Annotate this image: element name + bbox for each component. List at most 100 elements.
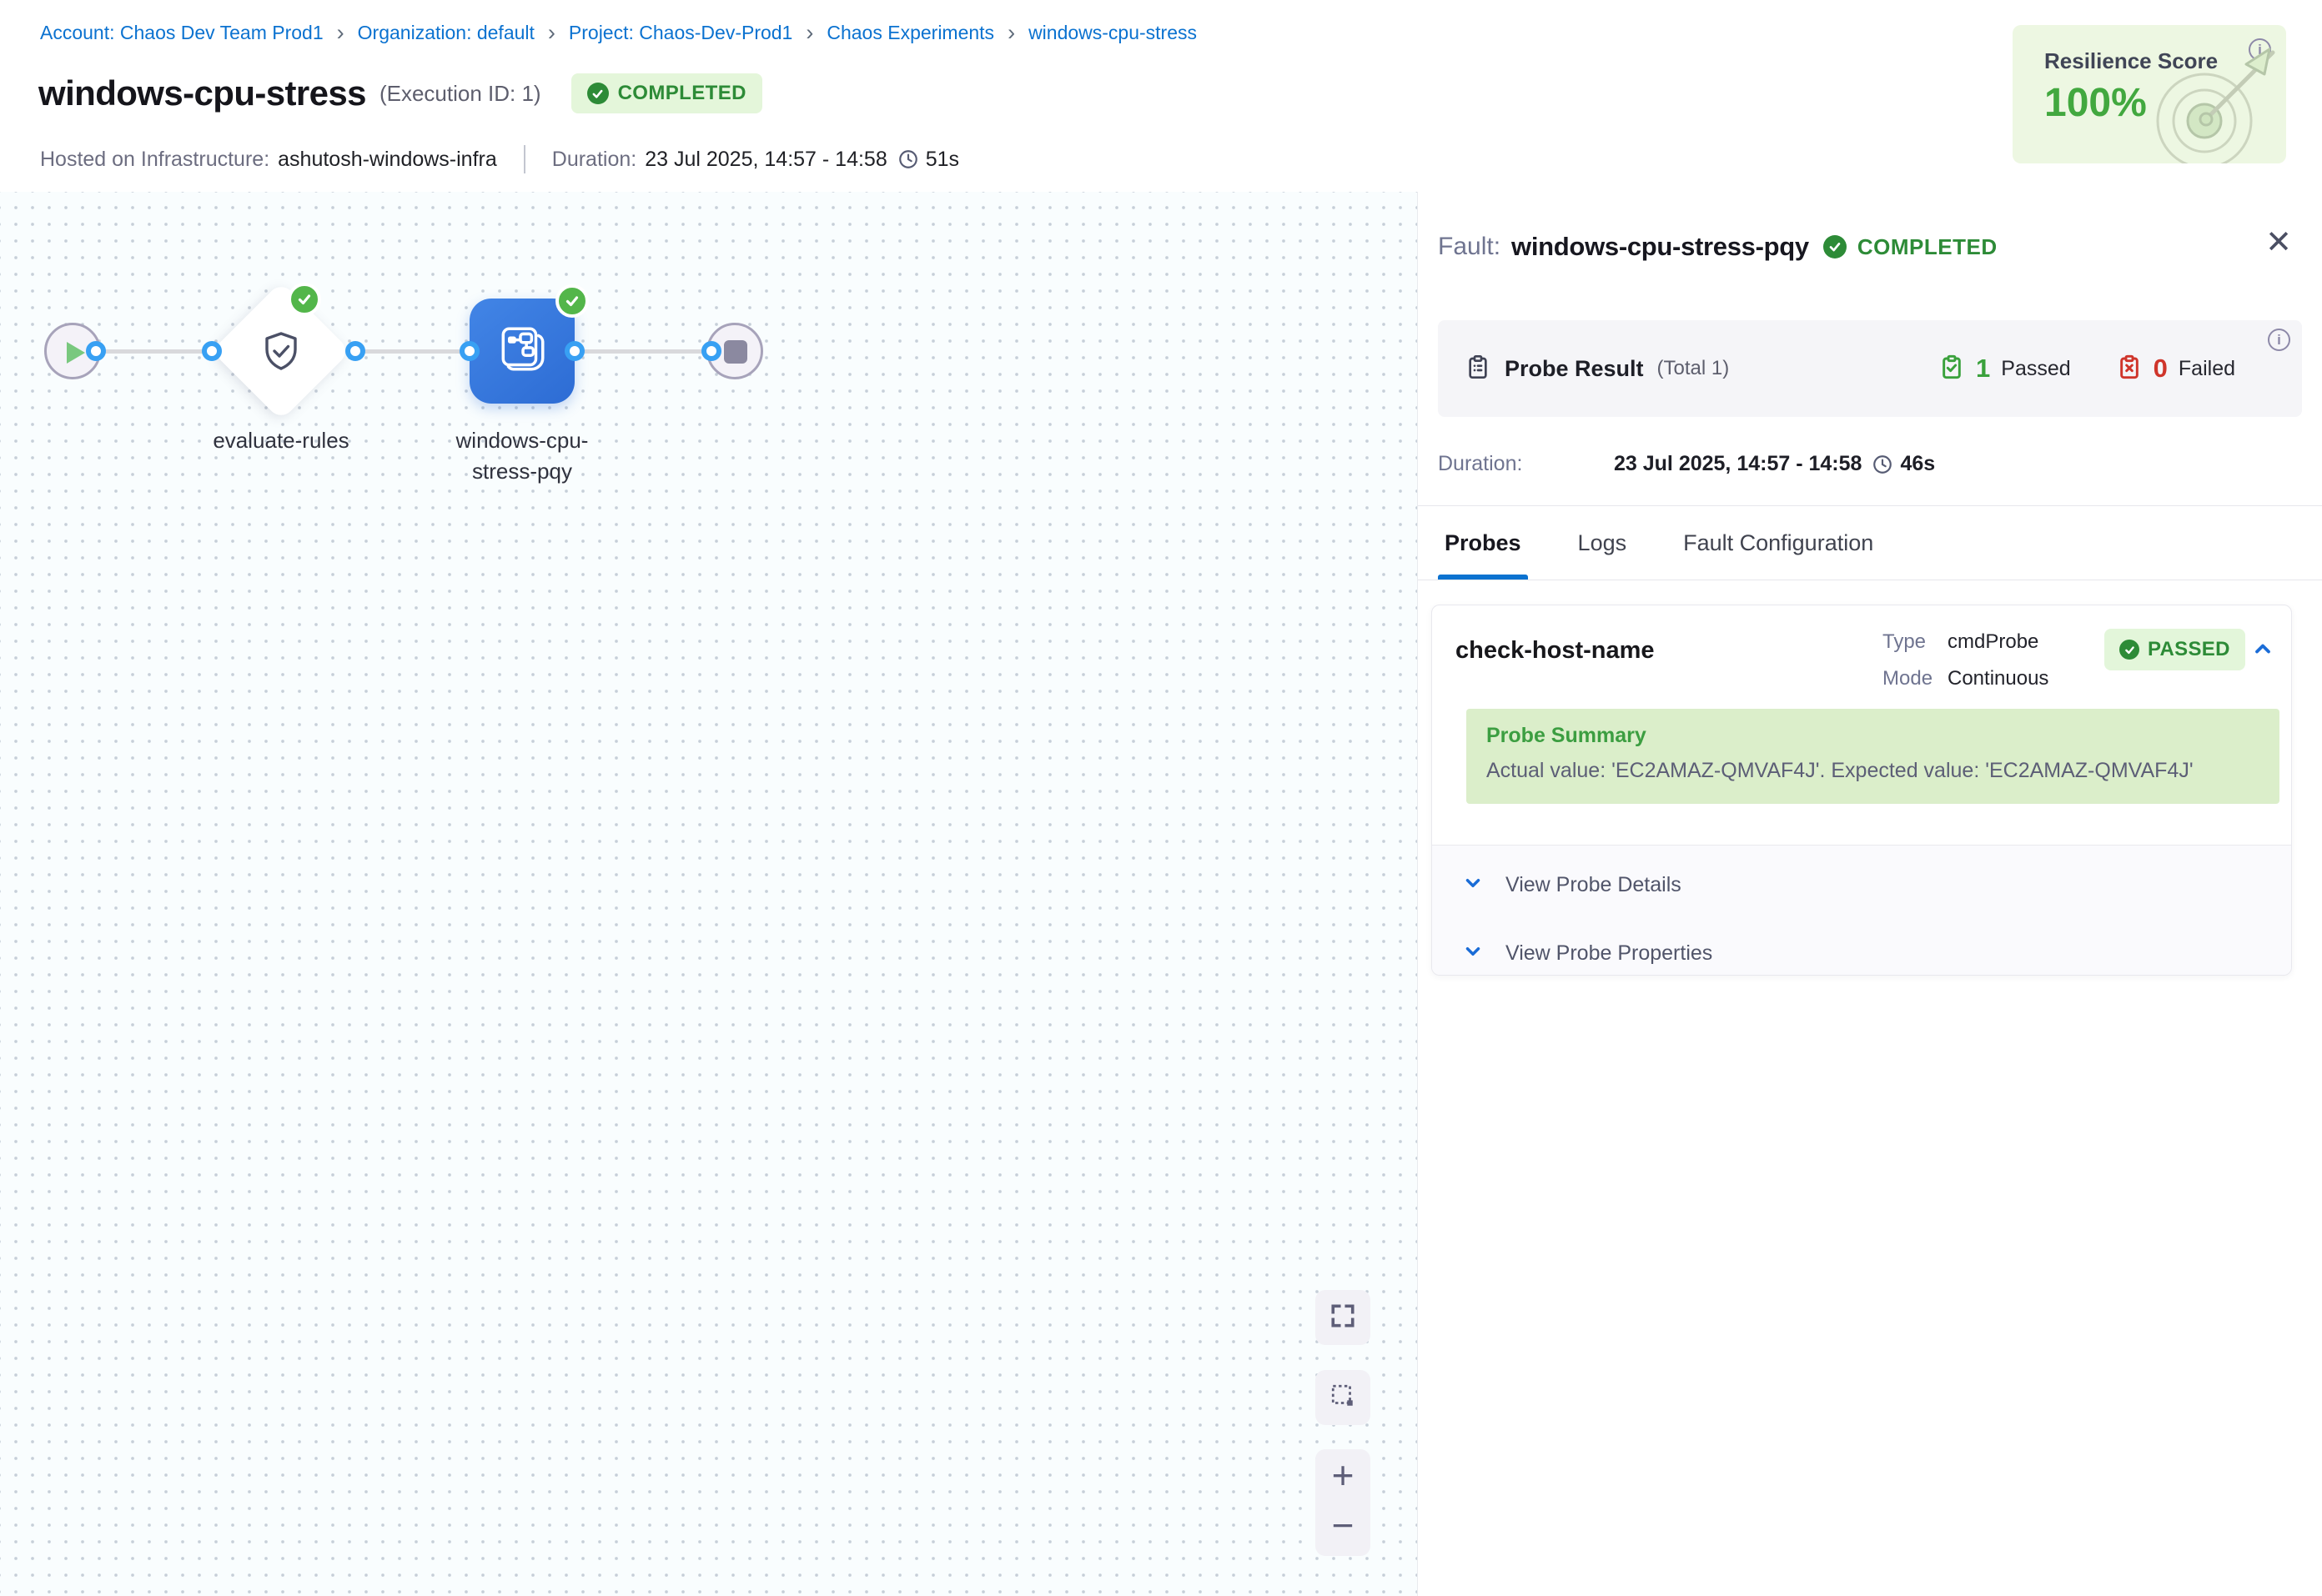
breadcrumb-current-experiment[interactable]: windows-cpu-stress — [1028, 22, 1197, 44]
failed-label: Failed — [2179, 357, 2235, 381]
hosted-on-label: Hosted on Infrastructure: — [40, 148, 269, 172]
probe-status-label: PASSED — [2148, 638, 2230, 661]
clipboard-x-icon — [2116, 354, 2143, 384]
chevron-down-icon — [1462, 941, 1484, 966]
chaos-experiment-execution-page: Account: Chaos Dev Team Prod1 › Organiza… — [0, 0, 2322, 1596]
edge-start-to-evaluate — [96, 349, 212, 354]
view-probe-properties-label: View Probe Properties — [1505, 941, 1712, 966]
zoom-controls: + − — [1315, 1449, 1370, 1556]
breadcrumb-chaos-experiments[interactable]: Chaos Experiments — [827, 22, 994, 44]
success-check-badge — [288, 283, 321, 316]
fault-duration-row: Duration: 23 Jul 2025, 14:57 - 14:58 46s — [1438, 452, 1935, 476]
view-probe-properties-toggle[interactable]: View Probe Properties — [1462, 941, 1712, 966]
node-port — [345, 341, 365, 361]
probe-mode-value: Continuous — [1948, 667, 2048, 690]
passed-label: Passed — [2001, 357, 2070, 381]
execution-id: (Execution ID: 1) — [379, 81, 541, 107]
fault-duration-seconds: 46s — [1900, 452, 1935, 476]
fault-node-label: windows-cpu-stress-pqy — [442, 425, 602, 487]
clipboard-icon — [1465, 354, 1491, 384]
probe-type-label: Type — [1882, 630, 1948, 654]
breadcrumb-project[interactable]: Project: Chaos-Dev-Prod1 — [569, 22, 792, 44]
probe-name: check-host-name — [1455, 637, 1655, 665]
clipboard-check-icon — [1938, 354, 1965, 384]
chevron-right-icon: › — [1008, 22, 1015, 44]
probe-result-summary: Probe Result (Total 1) 1 Passed — [1438, 320, 2302, 417]
check-circle-icon — [2119, 640, 2139, 660]
vertical-divider — [524, 145, 525, 173]
tab-probes[interactable]: Probes — [1438, 506, 1528, 580]
resilience-score-value: 100% — [2044, 80, 2147, 126]
duration-label: Duration: — [552, 148, 636, 172]
success-check-badge — [555, 284, 589, 318]
probe-summary-text: Actual value: 'EC2AMAZ-QMVAF4J'. Expecte… — [1486, 759, 2194, 783]
probe-result-title: Probe Result — [1505, 356, 1644, 382]
shield-check-icon — [258, 328, 304, 374]
duration-value: 23 Jul 2025, 14:57 - 14:58 — [645, 148, 887, 172]
node-port — [701, 341, 721, 361]
chaos-fault-icon — [495, 322, 550, 381]
windows-cpu-stress-pqy-node[interactable] — [470, 299, 575, 404]
failed-count: 0 — [2154, 354, 2168, 384]
chevron-right-icon: › — [806, 22, 813, 44]
node-port — [460, 341, 480, 361]
node-port — [202, 341, 222, 361]
clock-icon — [1872, 454, 1893, 475]
probe-result-left: Probe Result (Total 1) — [1465, 320, 1729, 417]
breadcrumb: Account: Chaos Dev Team Prod1 › Organiza… — [40, 22, 1197, 44]
edge-evaluate-to-fault — [355, 349, 470, 354]
status-badge-label: COMPLETED — [618, 82, 746, 105]
probe-mode-row: Mode Continuous — [1882, 660, 2048, 697]
fault-name: windows-cpu-stress-pqy — [1511, 232, 1809, 262]
breadcrumb-organization[interactable]: Organization: default — [358, 22, 535, 44]
selection-mode-button[interactable] — [1315, 1370, 1370, 1425]
probe-type-row: Type cmdProbe — [1882, 624, 2048, 660]
check-circle-icon — [587, 83, 609, 104]
fault-details-panel: ✕ Fault: windows-cpu-stress-pqy COMPLETE… — [1418, 192, 2322, 1596]
clock-icon — [897, 148, 919, 170]
fault-status-label: COMPLETED — [1857, 234, 1998, 260]
probe-meta: Type cmdProbe Mode Continuous — [1882, 624, 2048, 697]
resilience-score-card: Resilience Score 100% i — [2013, 25, 2286, 163]
page-title: windows-cpu-stress — [38, 73, 366, 113]
probe-card-footer: View Probe Details View Probe Properties — [1432, 845, 2291, 975]
play-icon — [67, 342, 85, 364]
tab-fault-configuration[interactable]: Fault Configuration — [1676, 506, 1880, 580]
target-dart-illustration — [2153, 31, 2286, 163]
view-probe-details-toggle[interactable]: View Probe Details — [1462, 872, 1681, 898]
duration-seconds: 51s — [926, 148, 959, 172]
chevron-up-icon[interactable] — [2251, 637, 2274, 660]
node-port — [86, 341, 106, 361]
probe-result-counts: 1 Passed 0 Failed — [1938, 320, 2235, 417]
passed-count: 1 — [1976, 354, 1990, 384]
chevron-down-icon — [1462, 872, 1484, 898]
stop-icon — [724, 340, 747, 364]
node-port — [565, 341, 585, 361]
status-badge: COMPLETED — [571, 73, 762, 113]
zoom-in-button[interactable]: + — [1332, 1456, 1354, 1494]
page-header: Account: Chaos Dev Team Prod1 › Organiza… — [0, 0, 2322, 192]
probe-summary-title: Probe Summary — [1486, 724, 1646, 748]
probe-type-value: cmdProbe — [1948, 630, 2038, 654]
view-probe-details-label: View Probe Details — [1505, 873, 1681, 897]
probe-status-badge: PASSED — [2104, 629, 2245, 670]
fault-duration-label: Duration: — [1438, 452, 1614, 476]
chevron-right-icon: › — [548, 22, 555, 44]
info-icon[interactable]: i — [2268, 329, 2290, 351]
probe-summary-box: Probe Summary Actual value: 'EC2AMAZ-QMV… — [1466, 709, 2279, 804]
infrastructure-name: ashutosh-windows-infra — [278, 148, 497, 172]
fullscreen-icon — [1329, 1302, 1356, 1333]
close-icon[interactable]: ✕ — [2265, 227, 2292, 258]
breadcrumb-account[interactable]: Account: Chaos Dev Team Prod1 — [40, 22, 324, 44]
fault-label: Fault: — [1438, 233, 1500, 261]
fullscreen-button[interactable] — [1315, 1290, 1370, 1345]
pipeline-canvas[interactable]: evaluate-rules windows-cpu-stress-pqy + … — [0, 192, 1418, 1596]
fault-duration-value: 23 Jul 2025, 14:57 - 14:58 — [1614, 452, 1862, 476]
fault-panel-header: Fault: windows-cpu-stress-pqy COMPLETED — [1438, 232, 1998, 262]
chevron-right-icon: › — [337, 22, 344, 44]
tab-logs[interactable]: Logs — [1571, 506, 1634, 580]
zoom-out-button[interactable]: − — [1332, 1506, 1354, 1544]
check-circle-icon — [1823, 235, 1847, 258]
evaluate-rules-label: evaluate-rules — [194, 425, 369, 456]
fault-panel-tabs: Probes Logs Fault Configuration — [1438, 506, 1880, 580]
